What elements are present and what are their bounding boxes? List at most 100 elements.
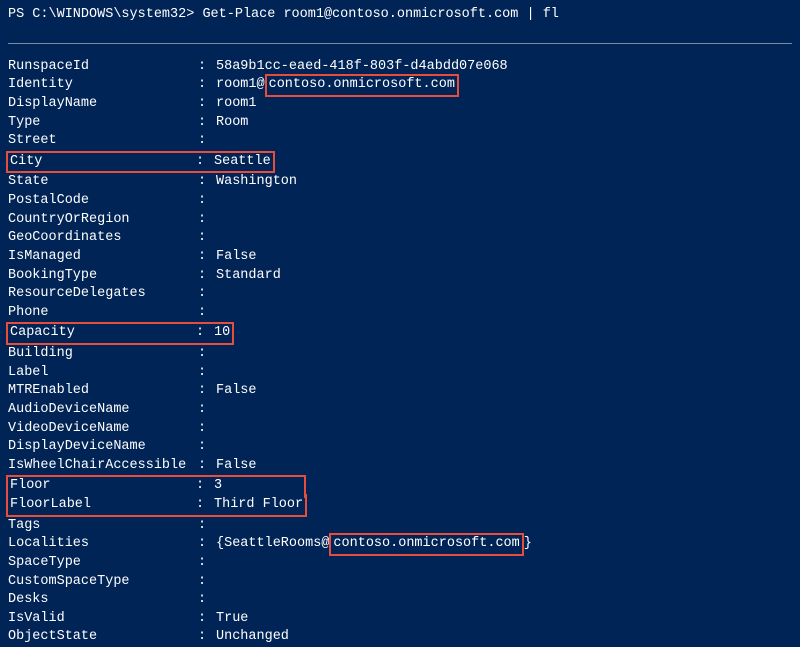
val-localities: {SeattleRooms@contoso.onmicrosoft.com} [216,535,532,554]
key-resourcedelegates: ResourceDelegates [8,285,198,304]
key-displayname: DisplayName [8,95,198,114]
row-floor: Floor: 3 [8,475,792,496]
colon: : [198,304,216,323]
colon: : [198,457,216,476]
val-isvalid: True [216,610,248,629]
colon: : [196,324,214,343]
localities-prefix: {SeattleRooms@ [216,536,329,551]
row-identity: Identity: room1@contoso.onmicrosoft.com [8,76,792,95]
identity-domain-highlight: contoso.onmicrosoft.com [265,74,459,97]
row-geocoordinates: GeoCoordinates: [8,229,792,248]
row-label: Label: [8,364,792,383]
row-capacity: Capacity: 10 [8,322,792,345]
identity-prefix: room1@ [216,77,265,92]
val-displayname: room1 [216,95,257,114]
key-objectstate: ObjectState [8,628,198,647]
colon: : [198,76,216,95]
colon: : [198,173,216,192]
colon: : [198,248,216,267]
key-iswheelchairaccessible: IsWheelChairAccessible [8,457,198,476]
colon: : [198,382,216,401]
val-city: Seattle [214,153,271,172]
key-customspacetype: CustomSpaceType [8,573,198,592]
row-audiodevicename: AudioDeviceName: [8,401,792,420]
row-displaydevicename: DisplayDeviceName: [8,438,792,457]
colon: : [198,364,216,383]
row-resourcedelegates: ResourceDelegates: [8,285,792,304]
colon: : [198,610,216,629]
val-objectstate: Unchanged [216,628,289,647]
row-iswheelchairaccessible: IsWheelChairAccessible: False [8,457,792,476]
command-prompt-line[interactable]: PS C:\WINDOWS\system32> Get-Place room1@… [8,6,792,25]
colon: : [198,345,216,364]
key-geocoordinates: GeoCoordinates [8,229,198,248]
row-mtrenabled: MTREnabled: False [8,382,792,401]
floor-highlight-bottom: FloorLabel: Third Floor [6,494,307,517]
key-videodevicename: VideoDeviceName [8,420,198,439]
val-mtrenabled: False [216,382,257,401]
colon: : [198,517,216,536]
key-postalcode: PostalCode [8,192,198,211]
key-desks: Desks [8,591,198,610]
prompt-command: Get-Place room1@contoso.onmicrosoft.com … [202,7,558,22]
row-ismanaged: IsManaged: False [8,248,792,267]
row-building: Building: [8,345,792,364]
colon: : [198,285,216,304]
val-capacity: 10 [214,324,230,343]
key-ismanaged: IsManaged [8,248,198,267]
key-type: Type [8,114,198,133]
colon: : [198,420,216,439]
val-bookingtype: Standard [216,267,281,286]
row-city: City: Seattle [8,151,792,174]
key-state: State [8,173,198,192]
row-postalcode: PostalCode: [8,192,792,211]
colon: : [198,132,216,151]
row-street: Street: [8,132,792,151]
row-objectstate: ObjectState: Unchanged [8,628,792,647]
key-capacity: Capacity [10,324,196,343]
colon: : [198,229,216,248]
localities-domain-highlight: contoso.onmicrosoft.com [329,533,523,556]
colon: : [198,535,216,554]
row-videodevicename: VideoDeviceName: [8,420,792,439]
output-block: RunspaceId: 58a9b1cc-eaed-418f-803f-d4ab… [8,44,792,647]
city-highlight: City: Seattle [6,151,275,174]
colon: : [198,192,216,211]
key-displaydevicename: DisplayDeviceName [8,438,198,457]
val-state: Washington [216,173,297,192]
row-bookingtype: BookingType: Standard [8,267,792,286]
colon: : [198,58,216,77]
colon: : [198,211,216,230]
colon: : [198,267,216,286]
localities-suffix: } [524,536,532,551]
val-ismanaged: False [216,248,257,267]
row-floorlabel: FloorLabel: Third Floor [8,496,792,517]
row-phone: Phone: [8,304,792,323]
row-isvalid: IsValid: True [8,610,792,629]
key-isvalid: IsValid [8,610,198,629]
colon: : [198,591,216,610]
row-displayname: DisplayName: room1 [8,95,792,114]
colon: : [198,628,216,647]
key-tags: Tags [8,517,198,536]
key-audiodevicename: AudioDeviceName [8,401,198,420]
key-bookingtype: BookingType [8,267,198,286]
key-city: City [10,153,196,172]
row-spacetype: SpaceType: [8,554,792,573]
row-type: Type: Room [8,114,792,133]
colon: : [198,554,216,573]
capacity-highlight: Capacity: 10 [6,322,234,345]
colon: : [198,438,216,457]
val-iswheelchairaccessible: False [216,457,257,476]
row-countryorregion: CountryOrRegion: [8,211,792,230]
colon: : [198,573,216,592]
prompt-prefix: PS C:\WINDOWS\system32> [8,7,202,22]
colon: : [198,95,216,114]
key-countryorregion: CountryOrRegion [8,211,198,230]
row-state: State: Washington [8,173,792,192]
key-floorlabel: FloorLabel [10,496,196,515]
row-customspacetype: CustomSpaceType: [8,573,792,592]
row-desks: Desks: [8,591,792,610]
colon: : [198,401,216,420]
row-localities: Localities: {SeattleRooms@contoso.onmicr… [8,535,792,554]
